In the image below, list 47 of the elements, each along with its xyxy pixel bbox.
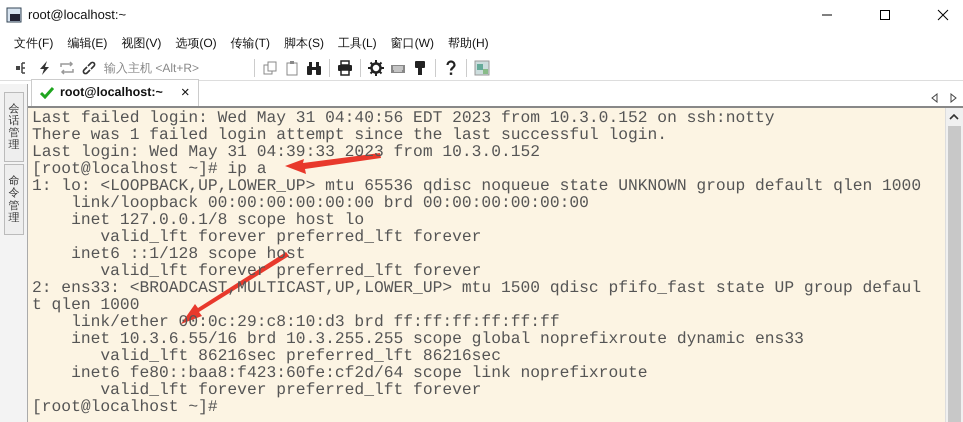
printer-icon[interactable] xyxy=(337,60,353,76)
binoculars-icon[interactable] xyxy=(306,60,322,76)
close-icon[interactable] xyxy=(937,9,949,21)
app-icon xyxy=(6,7,22,23)
menu-item[interactable]: 脚本(S) xyxy=(284,34,324,52)
menu-item[interactable]: 编辑(E) xyxy=(67,34,108,52)
terminal-line: link/ether 00:0c:29:c8:10:d3 brd ff:ff:ff:ff:ff:ff xyxy=(71,313,560,330)
menu-item[interactable]: 帮助(H) xyxy=(448,34,489,52)
terminal-line: 1: lo: <LOOPBACK,UP,LOWER_UP> mtu 65536 qdisc noqueue state UNKNOWN group default qlen 1000 xyxy=(32,177,922,194)
terminal-line: There was 1 failed login attempt since the last successful login. xyxy=(32,126,668,143)
copy-icon[interactable] xyxy=(262,60,278,76)
terminal-panel[interactable] xyxy=(28,108,945,422)
terminal-line: valid_lft 86216sec preferred_lft 86216sec xyxy=(99,347,501,364)
session-tab[interactable]: root@localhost:~ × xyxy=(31,78,199,106)
window-icon[interactable] xyxy=(474,60,490,76)
reconnect-icon[interactable] xyxy=(59,60,75,76)
settings-icon[interactable] xyxy=(368,60,384,76)
terminal-line: inet 10.3.6.55/16 brd 10.3.255.255 scope global noprefixroute dynamic ens33 xyxy=(70,330,804,347)
terminal-line: [root@localhost ~]# xyxy=(32,398,218,415)
paste-icon[interactable] xyxy=(284,60,300,76)
window-title: root@localhost:~ xyxy=(28,6,126,24)
menu-item[interactable]: 传输(T) xyxy=(230,34,270,52)
terminal-line: Last login: Wed May 31 04:39:33 2023 from 10.3.0.152 xyxy=(32,143,540,160)
scrollbar-thumb[interactable] xyxy=(948,126,961,422)
scroll-right-icon[interactable] xyxy=(950,93,957,103)
scroll-left-icon[interactable] xyxy=(931,93,938,103)
tab-label: root@localhost:~ xyxy=(60,84,163,102)
menu-item[interactable]: 工具(L) xyxy=(338,34,377,52)
terminal-line: t qlen 1000 xyxy=(32,296,140,313)
terminal-line: inet6 fe80::baa8:f423:60fe:cf2d/64 scope link noprefixroute xyxy=(70,364,648,381)
host-input-field[interactable]: 输入主机 <Alt+R> xyxy=(100,58,250,76)
menu-item[interactable]: 文件(F) xyxy=(14,34,54,52)
side-tab[interactable]: 命令管理 xyxy=(4,164,24,235)
menu-item[interactable]: 窗口(W) xyxy=(390,34,434,52)
terminal-line: Last failed login: Wed May 31 04:40:56 EDT 2023 from 10.3.0.152 on ssh:notty xyxy=(32,109,775,126)
terminal-line: valid_lft forever preferred_lft forever xyxy=(99,381,482,398)
maximize-icon[interactable] xyxy=(879,9,891,21)
terminal-line: [root@localhost ~]# ip a xyxy=(32,160,266,177)
menu-item[interactable]: 选项(O) xyxy=(175,34,217,52)
terminal-line: valid_lft forever preferred_lft forever xyxy=(99,228,482,245)
link-icon[interactable] xyxy=(81,60,97,76)
close-icon[interactable]: × xyxy=(180,82,190,104)
terminal-line: link/loopback 00:00:00:00:00:00 brd 00:00:00:00:00:00 xyxy=(70,194,589,211)
side-tab[interactable]: 会话管理 xyxy=(4,92,24,162)
menu-item[interactable]: 视图(V) xyxy=(121,34,162,52)
terminal-line: inet6 ::1/128 scope host xyxy=(70,245,306,262)
terminal-line: inet 127.0.0.1/8 scope host lo xyxy=(70,211,364,228)
